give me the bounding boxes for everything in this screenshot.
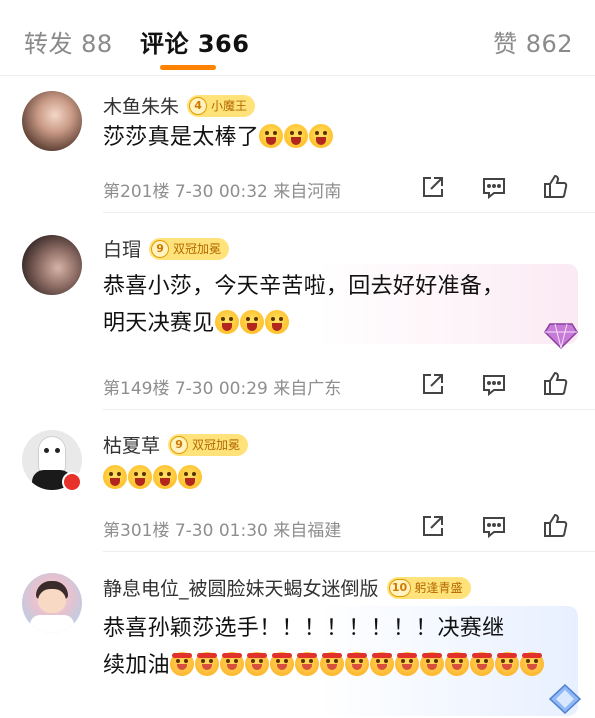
cheer-emoji-icon bbox=[419, 652, 444, 676]
comment-body: 莎莎真是太棒了 bbox=[103, 125, 260, 150]
comment-body-line-2: 续加油 bbox=[103, 647, 545, 684]
active-tab-indicator bbox=[160, 65, 216, 70]
username[interactable]: 木鱼朱朱 bbox=[103, 92, 179, 119]
avatar[interactable] bbox=[22, 573, 82, 633]
verified-badge-icon bbox=[62, 472, 82, 492]
comment-header: 枯夏草 9 双冠加冕 bbox=[103, 431, 249, 458]
comment-tabs: 转发 88 评论 366 赞 862 bbox=[0, 0, 595, 76]
badge-level: 9 bbox=[170, 435, 189, 454]
diamond-decoration-icon bbox=[544, 323, 578, 350]
share-icon[interactable] bbox=[419, 173, 447, 201]
cheer-emoji-icon bbox=[469, 652, 494, 676]
cheer-emoji-icon bbox=[494, 652, 519, 676]
cheer-emoji-icon bbox=[444, 652, 469, 676]
tab-comments[interactable]: 评论 366 bbox=[140, 24, 249, 59]
badge-level: 10 bbox=[388, 578, 411, 597]
comment-meta: 第301楼 7-30 01:30 来自福建 bbox=[103, 521, 342, 541]
wow-emoji-icon bbox=[103, 465, 127, 489]
user-badge[interactable]: 9 双冠加冕 bbox=[149, 237, 230, 260]
user-badge[interactable]: 9 双冠加冕 bbox=[168, 433, 249, 456]
username[interactable]: 静息电位_被圆脸妹天蝎女迷倒版 bbox=[103, 574, 379, 601]
comment-text: 恭喜孙颖莎选手！！！！！！！！决赛继 续加油 bbox=[103, 610, 545, 684]
cheer-emoji-icon bbox=[169, 652, 194, 676]
wow-emoji-icon bbox=[259, 124, 284, 148]
cheer-emoji-icon bbox=[344, 652, 369, 676]
wow-emoji-icon bbox=[128, 465, 152, 489]
comment-body-line-2: 明天决赛见 bbox=[103, 305, 504, 342]
cheer-emoji-icon bbox=[269, 652, 294, 676]
cheer-emoji-icon bbox=[244, 652, 269, 676]
divider bbox=[103, 409, 595, 410]
wow-emoji-icon bbox=[284, 124, 309, 148]
wow-emoji-icon bbox=[214, 310, 239, 334]
like-icon[interactable] bbox=[542, 511, 570, 539]
wow-emoji-icon bbox=[309, 124, 334, 148]
wow-emoji-icon bbox=[153, 465, 177, 489]
divider bbox=[103, 551, 595, 552]
badge-label: 躬逢青盛 bbox=[414, 581, 463, 595]
share-icon[interactable] bbox=[419, 370, 447, 398]
cheer-emoji-icon bbox=[394, 652, 419, 676]
comment-body-line: 恭喜孙颖莎选手！！！！！！！！决赛继 bbox=[103, 616, 505, 641]
comment-body-line: 恭喜小莎，今天辛苦啦，回去好好准备， bbox=[103, 274, 505, 299]
comment-header: 木鱼朱朱 4 小魔王 bbox=[103, 92, 256, 119]
like-icon[interactable] bbox=[542, 369, 570, 397]
reply-icon[interactable] bbox=[480, 512, 508, 540]
badge-label: 双冠加冕 bbox=[192, 438, 241, 452]
tab-reposts[interactable]: 转发 88 bbox=[24, 24, 113, 59]
badge-level: 4 bbox=[189, 96, 208, 115]
username[interactable]: 枯夏草 bbox=[103, 431, 160, 458]
cheer-emoji-icon bbox=[219, 652, 244, 676]
avatar[interactable] bbox=[22, 235, 82, 295]
wow-emoji-icon bbox=[178, 465, 202, 489]
like-icon[interactable] bbox=[542, 172, 570, 200]
user-badge[interactable]: 4 小魔王 bbox=[187, 94, 256, 117]
comment-text: 恭喜小莎，今天辛苦啦，回去好好准备， 明天决赛见 bbox=[103, 268, 504, 342]
divider bbox=[103, 212, 595, 213]
comment-meta: 第149楼 7-30 00:29 来自广东 bbox=[103, 379, 342, 399]
comment-header: 静息电位_被圆脸妹天蝎女迷倒版 10 躬逢青盛 bbox=[103, 574, 471, 601]
cheer-emoji-icon bbox=[319, 652, 344, 676]
reply-icon[interactable] bbox=[480, 370, 508, 398]
cheer-emoji-icon bbox=[294, 652, 319, 676]
diamond-decoration-icon bbox=[548, 684, 582, 714]
comment-header: 白瑁 9 双冠加冕 bbox=[103, 235, 230, 262]
cheer-emoji-icon bbox=[194, 652, 219, 676]
wow-emoji-icon bbox=[239, 310, 264, 334]
badge-label: 双冠加冕 bbox=[173, 242, 222, 256]
badge-label: 小魔王 bbox=[211, 99, 248, 113]
reply-icon[interactable] bbox=[480, 173, 508, 201]
share-icon[interactable] bbox=[419, 512, 447, 540]
comment-text bbox=[103, 460, 203, 497]
avatar[interactable] bbox=[22, 91, 82, 151]
user-badge[interactable]: 10 躬逢青盛 bbox=[386, 576, 471, 599]
tab-likes[interactable]: 赞 862 bbox=[493, 24, 573, 59]
wow-emoji-icon bbox=[264, 310, 289, 334]
username[interactable]: 白瑁 bbox=[103, 235, 141, 262]
comment-meta: 第201楼 7-30 00:32 来自河南 bbox=[103, 182, 342, 202]
cheer-emoji-icon bbox=[519, 652, 544, 676]
cheer-emoji-icon bbox=[369, 652, 394, 676]
badge-level: 9 bbox=[151, 239, 170, 258]
comment-text: 莎莎真是太棒了 bbox=[103, 119, 334, 156]
